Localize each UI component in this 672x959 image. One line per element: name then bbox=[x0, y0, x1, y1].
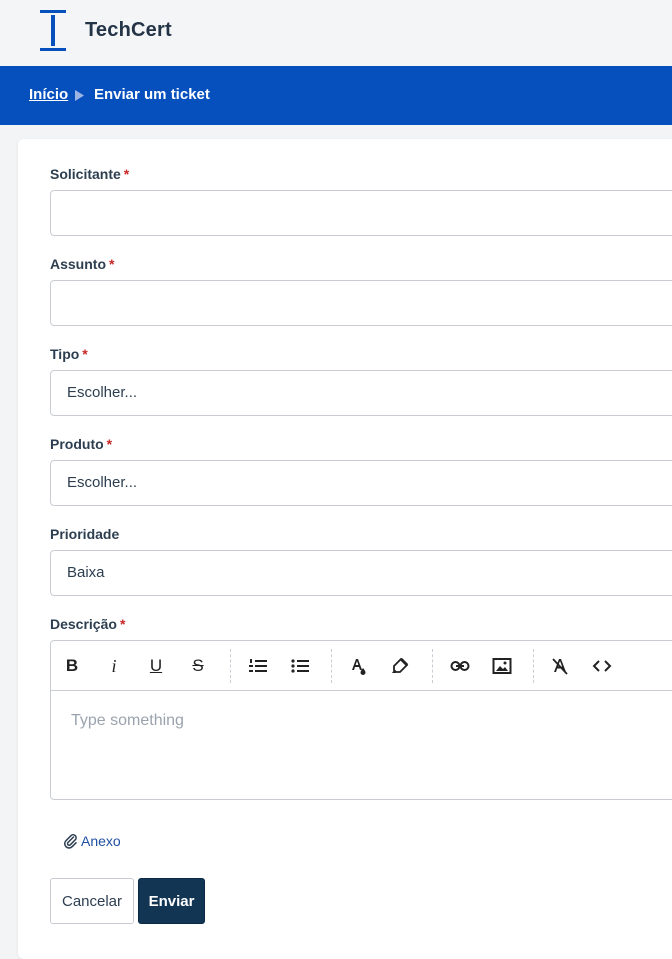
brand-name[interactable]: TechCert bbox=[85, 19, 172, 42]
t-beam-logo-icon[interactable] bbox=[36, 8, 70, 54]
clear-format-icon[interactable] bbox=[547, 653, 573, 679]
cancel-button[interactable]: Cancelar bbox=[50, 878, 134, 924]
toolbar-divider bbox=[230, 649, 231, 683]
link-icon[interactable] bbox=[447, 653, 473, 679]
bold-icon[interactable]: B bbox=[59, 653, 85, 679]
underline-icon[interactable]: U bbox=[143, 653, 169, 679]
editor-toolbar: B i U S bbox=[51, 641, 672, 691]
toolbar-divider bbox=[432, 649, 433, 683]
breadcrumb: Início Enviar um ticket bbox=[0, 66, 672, 125]
attachment-label: Anexo bbox=[81, 833, 121, 849]
breadcrumb-home-link[interactable]: Início bbox=[29, 86, 68, 103]
highlight-icon[interactable] bbox=[387, 653, 413, 679]
required-mark: * bbox=[82, 346, 88, 362]
type-select[interactable]: Escolher... bbox=[50, 370, 672, 416]
image-icon[interactable] bbox=[489, 653, 515, 679]
description-editor: B i U S Type something bbox=[50, 640, 672, 800]
product-select[interactable]: Escolher... bbox=[50, 460, 672, 506]
submit-button[interactable]: Enviar bbox=[138, 878, 205, 924]
toolbar-divider bbox=[533, 649, 534, 683]
top-bar: TechCert bbox=[0, 0, 672, 66]
bullet-list-icon[interactable] bbox=[287, 653, 313, 679]
attachment-link[interactable]: Anexo bbox=[64, 831, 121, 851]
ordered-list-icon[interactable] bbox=[245, 653, 271, 679]
subject-input[interactable] bbox=[50, 280, 672, 326]
description-textarea[interactable]: Type something bbox=[51, 692, 672, 800]
breadcrumb-current: Enviar um ticket bbox=[94, 86, 210, 103]
triangle-right-icon bbox=[75, 90, 84, 101]
product-label: Produto * bbox=[50, 436, 113, 452]
strikethrough-icon[interactable]: S bbox=[185, 653, 211, 679]
subject-label: Assunto * bbox=[50, 256, 115, 272]
paperclip-icon bbox=[64, 833, 77, 849]
required-mark: * bbox=[109, 256, 115, 272]
toolbar-divider bbox=[331, 649, 332, 683]
text-color-icon[interactable] bbox=[345, 653, 371, 679]
italic-icon[interactable]: i bbox=[101, 653, 127, 679]
priority-label: Prioridade bbox=[50, 526, 120, 542]
requester-input[interactable] bbox=[50, 190, 672, 236]
required-mark: * bbox=[119, 616, 126, 632]
code-icon[interactable] bbox=[589, 653, 615, 679]
requester-label: Solicitante * bbox=[50, 166, 130, 182]
description-label: Descrição * bbox=[50, 616, 126, 632]
required-mark: * bbox=[106, 436, 113, 452]
required-mark: * bbox=[123, 166, 130, 182]
priority-select[interactable]: Baixa bbox=[50, 550, 672, 596]
type-label: Tipo * bbox=[50, 346, 88, 362]
